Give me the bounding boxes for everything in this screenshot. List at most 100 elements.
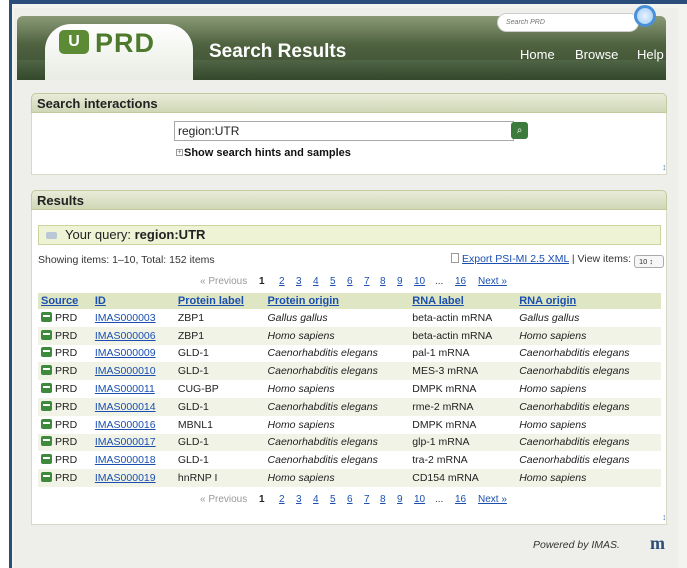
export-psi-mi-link[interactable]: Export PSI-MI 2.5 XML — [462, 253, 569, 265]
interaction-id-link[interactable]: IMAS000014 — [95, 401, 156, 413]
table-row: PRD IMAS000006 ZBP1 Homo sapiens beta-actin … — [38, 326, 661, 345]
table-row: PRD IMAS000011 CUG-BP Homo sapiens DMPK mRNA… — [38, 380, 661, 398]
cell-protein-origin: Caenorhabditis elegans — [267, 347, 378, 360]
table-row: PRD IMAS000019 hnRNP I Homo sapiens CD154 mR… — [38, 469, 661, 487]
pager-page-link[interactable]: 5 — [330, 276, 336, 287]
query-input[interactable] — [175, 122, 495, 140]
pager-page-link[interactable]: 10 — [414, 276, 425, 287]
cell-id: IMAS000017 — [91, 433, 175, 452]
cell-rna-origin: Homo sapiens — [519, 383, 587, 396]
pager-page-link[interactable]: 2 — [279, 276, 285, 287]
cell-protein-label: ZBP1 — [174, 326, 265, 345]
column-header-id[interactable]: ID — [91, 293, 175, 309]
pager-page-link[interactable]: 9 — [397, 276, 403, 287]
pager-next[interactable]: Next » — [478, 276, 507, 287]
pager-page-link[interactable]: 10 — [414, 494, 425, 505]
cell-protein-label: MBNL1 — [177, 418, 213, 431]
interaction-id-link[interactable]: IMAS000018 — [95, 454, 156, 466]
source-label: PRD — [55, 418, 78, 431]
pager-page-link[interactable]: 7 — [364, 494, 370, 505]
pager-current-page: 1 — [259, 276, 265, 287]
table-header-row: Source ID Protein label Protein origin R… — [38, 293, 661, 309]
interaction-id-link[interactable]: IMAS000017 — [95, 436, 156, 448]
cell-protein-label: GLD-1 — [174, 397, 265, 416]
cell-rna-label: MES-3 mRNA — [409, 362, 517, 381]
interaction-id-link[interactable]: IMAS000009 — [95, 347, 156, 359]
site-search-input[interactable] — [506, 14, 626, 31]
pager-ellipsis: ... — [435, 276, 444, 287]
nav-help[interactable]: Help — [637, 47, 664, 62]
pager-page-link[interactable]: 8 — [380, 276, 386, 287]
cell-source: PRD — [38, 451, 92, 469]
cell-rna-label: DMPK mRNA — [412, 418, 477, 431]
cell-source: PRD — [38, 362, 92, 381]
expand-plus-icon[interactable]: + — [176, 149, 183, 156]
pager-next[interactable]: Next » — [478, 494, 507, 505]
interaction-id-link[interactable]: IMAS000011 — [95, 383, 155, 395]
interaction-id-link[interactable]: IMAS000019 — [95, 472, 156, 484]
source-db-icon — [41, 347, 52, 358]
query-field[interactable] — [174, 121, 514, 141]
cell-protein-label: GLD-1 — [174, 433, 265, 452]
source-label: PRD — [55, 454, 78, 467]
cell-id: IMAS000010 — [91, 362, 175, 381]
pager-page-link[interactable]: 5 — [330, 494, 336, 505]
pager-page-link[interactable]: 8 — [380, 494, 386, 505]
interaction-id-link[interactable]: IMAS000016 — [95, 419, 156, 431]
site-search-box[interactable] — [497, 13, 639, 32]
cell-source: PRD — [38, 380, 92, 398]
nav-home[interactable]: Home — [520, 47, 555, 62]
pager-page-link[interactable]: 3 — [296, 494, 302, 505]
nav-browse[interactable]: Browse — [575, 47, 618, 62]
pager-page-link[interactable]: 4 — [313, 494, 319, 505]
pager-page-link[interactable]: 7 — [364, 276, 370, 287]
pager-page-link[interactable]: 3 — [296, 276, 302, 287]
cell-rna-label: pal-1 mRNA — [412, 347, 470, 360]
table-row: PRD IMAS000010 GLD-1 Caenorhabditis elegans… — [38, 362, 661, 381]
interaction-id-link[interactable]: IMAS000010 — [95, 365, 156, 377]
source-db-icon — [41, 329, 52, 340]
table-row: PRD IMAS000014 GLD-1 Caenorhabditis elegans… — [38, 397, 661, 416]
cell-rna-origin: Homo sapiens — [516, 326, 661, 345]
pager-page-link[interactable]: 4 — [313, 276, 319, 287]
cell-rna-origin: Caenorhabditis elegans — [516, 362, 661, 381]
pager-page-link[interactable]: 6 — [347, 276, 353, 287]
pager-page-link[interactable]: 2 — [279, 494, 285, 505]
cell-source: PRD — [38, 326, 92, 345]
column-header-protein-label[interactable]: Protein label — [174, 293, 265, 309]
scroll-arrows-icon[interactable]: ↕ — [662, 512, 667, 522]
pager-page-link[interactable]: 6 — [347, 494, 353, 505]
cell-rna-origin: Caenorhabditis elegans — [519, 454, 630, 467]
logo-mark-icon[interactable]: U — [59, 30, 89, 54]
interaction-id-link[interactable]: IMAS000006 — [95, 330, 156, 342]
pager-page-link[interactable]: 9 — [397, 494, 403, 505]
cell-id: IMAS000011 — [92, 380, 175, 398]
source-db-icon — [41, 472, 52, 483]
cell-protein-origin: Homo sapiens — [264, 469, 410, 487]
cell-source: PRD — [38, 397, 92, 416]
column-header-rna-label[interactable]: RNA label — [409, 293, 517, 309]
search-hints-toggle[interactable]: Show search hints and samples — [184, 147, 351, 159]
column-header-protein-origin[interactable]: Protein origin — [264, 293, 410, 309]
cell-rna-label: DMPK mRNA — [412, 383, 477, 396]
pager-last-page[interactable]: 16 — [455, 494, 466, 505]
view-items-select[interactable]: 10 ↕ — [633, 255, 664, 268]
column-header-rna-origin[interactable]: RNA origin — [516, 293, 661, 309]
column-header-source[interactable]: Source — [38, 293, 92, 309]
pager-last-page[interactable]: 16 — [455, 276, 466, 287]
cell-protein-label: hnRNP I — [174, 469, 265, 487]
cell-source: PRD — [38, 469, 92, 487]
pager-ellipsis: ... — [435, 494, 444, 505]
source-db-icon — [41, 418, 52, 429]
source-label: PRD — [55, 329, 78, 342]
interaction-id-link[interactable]: IMAS000003 — [95, 312, 156, 324]
scroll-arrows-icon[interactable]: ↕ — [662, 162, 667, 172]
imas-logo[interactable]: m — [650, 533, 665, 554]
cell-source: PRD — [38, 345, 92, 363]
source-db-icon — [41, 383, 52, 394]
cell-source: PRD — [38, 433, 92, 452]
source-label: PRD — [55, 472, 78, 485]
search-icon[interactable] — [634, 5, 656, 27]
query-search-button-icon[interactable]: ⌕ — [511, 122, 528, 139]
logo-text[interactable]: PRD — [95, 28, 155, 59]
